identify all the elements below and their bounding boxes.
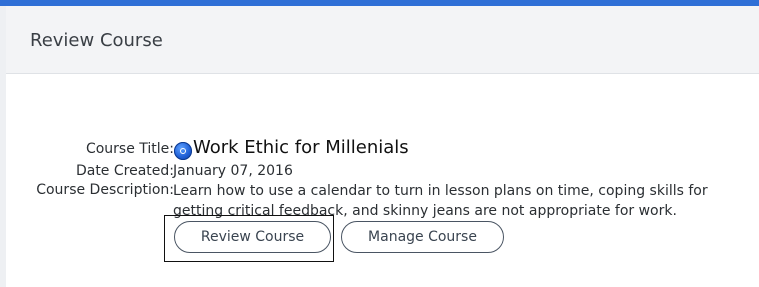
course-title-label: Course Title: [85, 141, 174, 157]
course-description-label: Course Description: [36, 182, 174, 198]
panel-title: Review Course [30, 30, 163, 51]
manage-course-button[interactable]: Manage Course [341, 221, 504, 253]
review-course-button[interactable]: Review Course [174, 221, 331, 253]
course-title: Work Ethic for Millenials [193, 137, 409, 158]
date-created-value: January 07, 2016 [173, 163, 293, 179]
course-icon [174, 142, 192, 160]
panel-header: Review Course [6, 6, 759, 74]
review-course-panel: Review Course Course Title: Work Ethic f… [6, 6, 759, 287]
date-created-label: Date Created: [75, 163, 174, 179]
